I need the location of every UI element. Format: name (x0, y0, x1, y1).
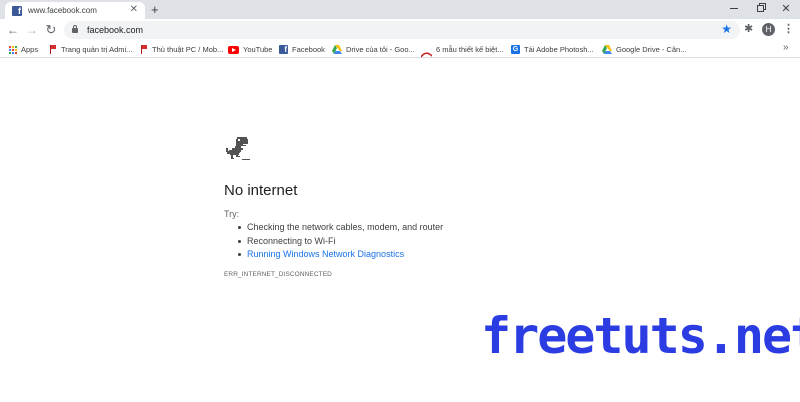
dinosaur-icon[interactable] (224, 137, 252, 163)
url-text[interactable]: facebook.com (87, 25, 143, 35)
youtube-icon (228, 45, 239, 54)
gt-icon: G (511, 45, 520, 54)
minimize-button[interactable] (721, 0, 747, 17)
toolbar: ← → ↻ facebook.com ★ ✱ H ⋮ (0, 19, 800, 41)
google-drive-icon (602, 45, 612, 54)
profile-avatar[interactable]: H (762, 23, 775, 36)
suggestion-item: Reconnecting to Wi-Fi (236, 235, 443, 249)
bookmark-photoshop[interactable]: G Tải Adobe Photosh... (511, 43, 594, 56)
bookmark-label: Trang quản trị Admi... (61, 45, 133, 54)
bookmark-google-drive[interactable]: Google Drive - Cân... (602, 43, 686, 56)
bookmark-facebook[interactable]: f Facebook (279, 43, 325, 56)
bookmark-label: 6 mẫu thiết kế biệt... (436, 45, 504, 54)
bookmark-label: Apps (21, 45, 39, 54)
chevron-right-double-icon[interactable]: » (783, 42, 789, 53)
new-tab-button[interactable]: + (151, 1, 159, 18)
bookmark-thu-thuat[interactable]: Thủ thuật PC / Mob... (139, 43, 223, 56)
star-icon[interactable]: ★ (721, 22, 732, 37)
watermark: freetuts.net (481, 307, 800, 365)
window-close-button[interactable]: ✕ (773, 0, 799, 17)
bookmark-drive[interactable]: Drive của tôi - Goo... (332, 43, 415, 56)
facebook-icon: f (279, 45, 288, 54)
facebook-icon: f (12, 5, 22, 16)
tab-facebook[interactable]: f www.facebook.com ✕ (5, 2, 145, 19)
google-drive-icon (332, 45, 342, 54)
back-button[interactable]: ← (4, 21, 22, 39)
forward-button[interactable]: → (23, 21, 41, 39)
restore-button[interactable] (747, 0, 773, 17)
tab-strip: f www.facebook.com ✕ + ✕ (0, 0, 800, 19)
tab-title: www.facebook.com (28, 6, 97, 15)
flag-icon (48, 45, 57, 54)
error-code: ERR_INTERNET_DISCONNECTED (224, 271, 332, 278)
bookmarks-bar: Apps Trang quản trị Admi... Thủ thuật PC… (0, 41, 800, 58)
network-diagnostics-link[interactable]: Running Windows Network Diagnostics (236, 248, 443, 262)
arrow-right-icon: → (26, 23, 38, 37)
suggestion-item: Checking the network cables, modem, and … (236, 221, 443, 235)
bookmark-label: YouTube (243, 45, 273, 54)
apps-grid-icon (9, 45, 17, 54)
lock-icon[interactable] (72, 25, 78, 35)
bookmark-label: Drive của tôi - Goo... (346, 45, 415, 54)
address-bar[interactable]: facebook.com ★ (64, 21, 740, 39)
error-title: No internet (224, 182, 298, 199)
bookmark-label: Tải Adobe Photosh... (524, 45, 594, 54)
bookmark-label: Thủ thuật PC / Mob... (152, 45, 224, 54)
arrow-left-icon: ← (7, 23, 19, 37)
reload-button[interactable]: ↻ (42, 21, 60, 39)
reload-icon: ↻ (45, 22, 57, 37)
try-label: Try: (224, 209, 240, 219)
bookmark-apps[interactable]: Apps (9, 43, 38, 56)
flag-icon (139, 45, 148, 54)
arc-logo-icon (420, 45, 433, 58)
suggestion-list: Checking the network cables, modem, and … (236, 221, 443, 262)
bookmark-youtube[interactable]: YouTube (228, 43, 272, 56)
restore-icon (756, 5, 764, 12)
minimize-icon (730, 8, 738, 9)
bookmark-mau-thiet-ke[interactable]: 6 mẫu thiết kế biệt... (420, 43, 504, 58)
bookmark-label: Facebook (292, 45, 325, 54)
bookmark-label: Google Drive - Cân... (616, 45, 687, 54)
bookmark-admin[interactable]: Trang quản trị Admi... (48, 43, 132, 56)
more-vertical-icon[interactable]: ⋮ (783, 22, 794, 35)
extensions-puzzle-icon[interactable]: ✱ (744, 22, 753, 35)
close-icon[interactable]: ✕ (130, 5, 138, 15)
